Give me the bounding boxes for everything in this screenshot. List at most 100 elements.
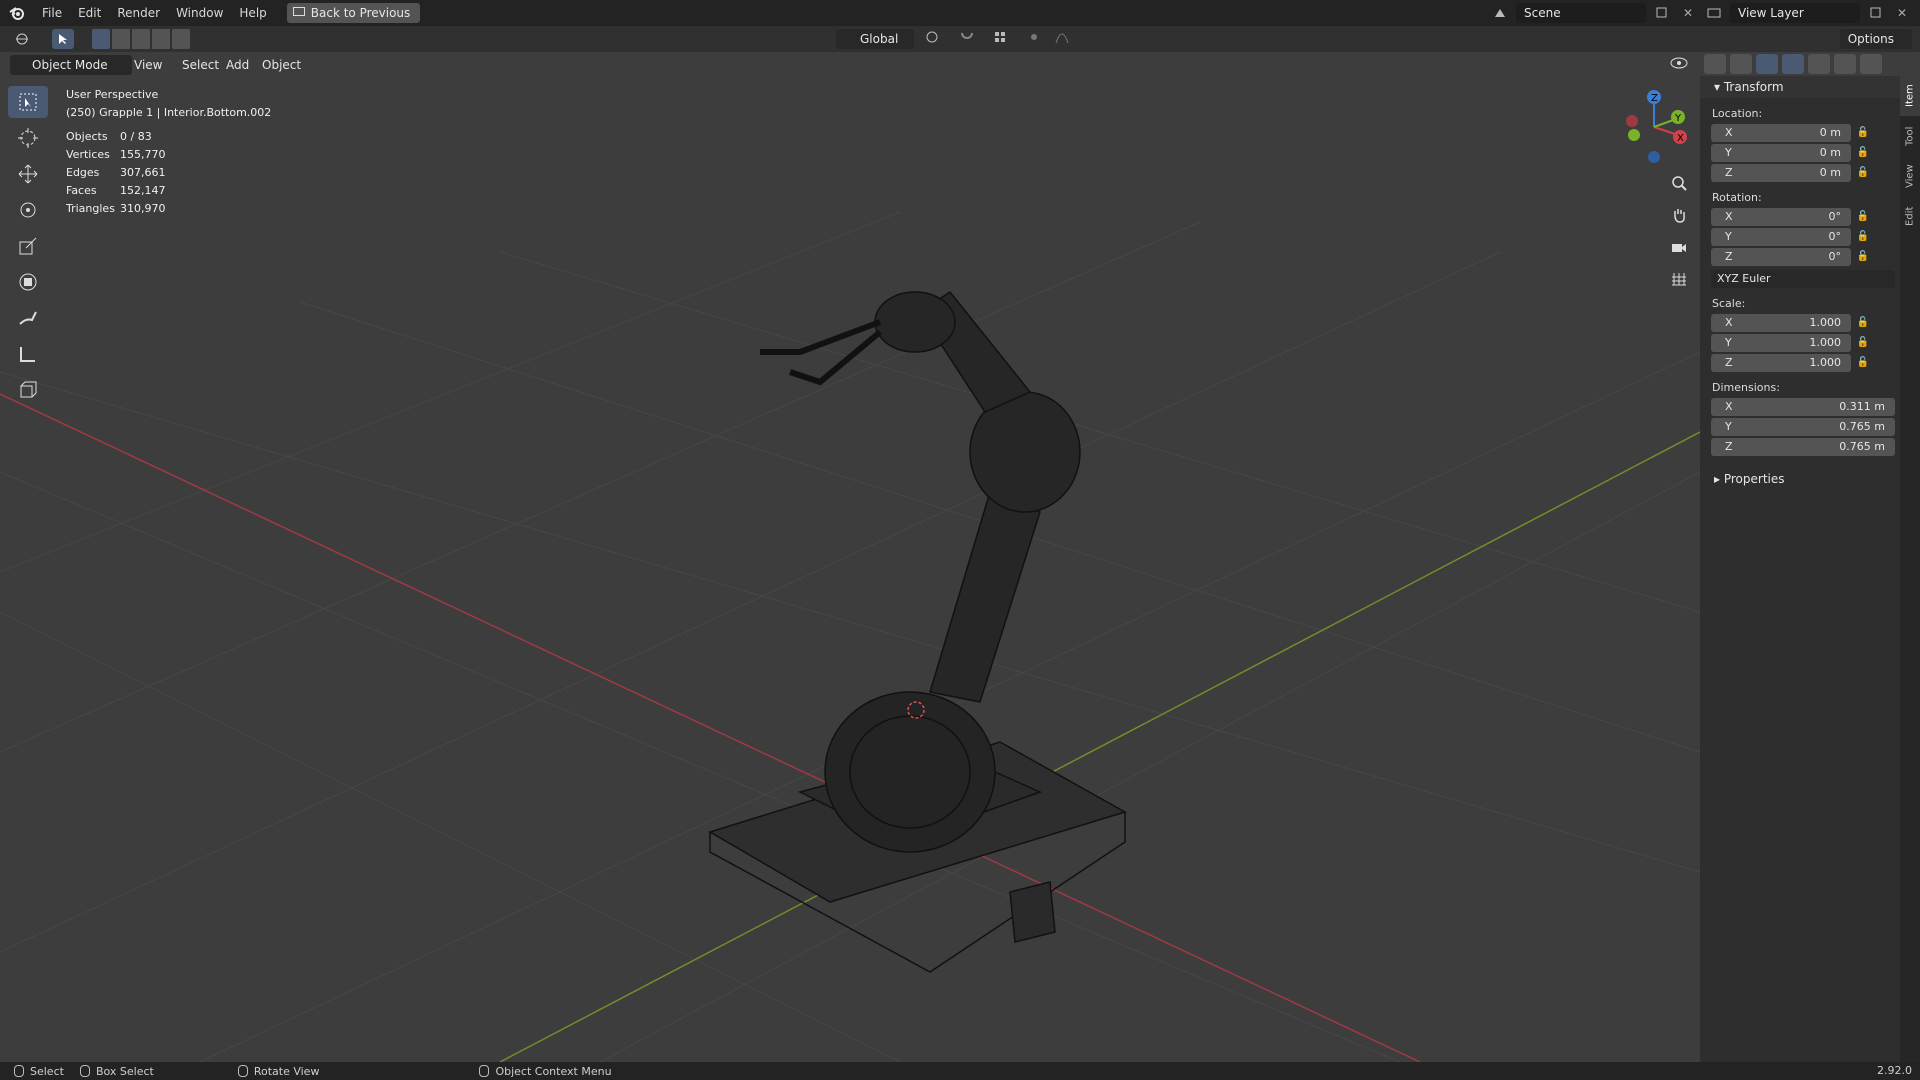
measure-tool-icon[interactable] <box>8 338 48 370</box>
lock-icon[interactable]: 🔓 <box>1851 333 1875 351</box>
shading-buttons <box>1704 54 1882 74</box>
wireframe-shading-icon[interactable] <box>1782 54 1804 74</box>
solid-shading-icon[interactable] <box>1808 54 1830 74</box>
scale-tool-icon[interactable] <box>8 230 48 262</box>
perspective-toggle-icon[interactable] <box>1666 266 1692 292</box>
new-selection-icon[interactable] <box>92 29 110 49</box>
status-bar: Select Box Select Rotate View Object Con… <box>0 1062 1920 1080</box>
location-label: Location: <box>1712 107 1763 120</box>
scale-y-field[interactable]: Y 1.000 <box>1711 334 1851 352</box>
new-scene-icon[interactable] <box>1652 3 1672 23</box>
editor-type-icon[interactable] <box>14 29 42 49</box>
snap-target-icon[interactable] <box>992 29 1018 49</box>
scene-browser-icon[interactable] <box>1490 3 1510 23</box>
xray-toggle-icon[interactable] <box>1756 54 1778 74</box>
new-view-layer-icon[interactable] <box>1866 3 1886 23</box>
viewport-header: Object Mode View Select Add Object <box>0 52 1920 76</box>
rotate-tool-icon[interactable] <box>8 194 48 226</box>
rotation-z-field[interactable]: Z 0° <box>1711 248 1851 266</box>
tab-view[interactable]: View <box>1900 156 1920 196</box>
status-context-menu: Object Context Menu <box>479 1065 612 1078</box>
select-box-tool-icon[interactable] <box>8 86 48 118</box>
dimensions-y-field[interactable]: Y 0.765 m <box>1711 418 1895 436</box>
view-menu[interactable]: View <box>128 55 168 75</box>
cursor-tool-icon[interactable] <box>8 122 48 154</box>
rotation-mode-select[interactable]: XYZ Euler <box>1711 270 1895 288</box>
scale-z-field[interactable]: Z 1.000 <box>1711 354 1851 372</box>
lock-icon[interactable]: 🔓 <box>1851 123 1875 141</box>
lock-icon[interactable]: 🔓 <box>1851 353 1875 371</box>
menu-window[interactable]: Window <box>168 0 231 26</box>
zoom-icon[interactable] <box>1666 170 1692 196</box>
extend-selection-icon[interactable] <box>112 29 130 49</box>
camera-view-icon[interactable] <box>1666 234 1692 260</box>
lock-icon[interactable]: 🔓 <box>1851 207 1875 225</box>
lock-icon[interactable]: 🔓 <box>1851 227 1875 245</box>
annotate-tool-icon[interactable] <box>8 302 48 334</box>
menu-help[interactable]: Help <box>231 0 274 26</box>
object-menu[interactable]: Object <box>256 55 307 75</box>
view-layer-browser-icon[interactable] <box>1704 3 1724 23</box>
status-rotate-view: Rotate View <box>237 1065 319 1078</box>
tab-tool[interactable]: Tool <box>1900 116 1920 156</box>
rotation-y-field[interactable]: Y 0° <box>1711 228 1851 246</box>
location-y-field[interactable]: Y0 m <box>1711 144 1851 162</box>
difference-selection-icon[interactable] <box>152 29 170 49</box>
proportional-edit-icon[interactable] <box>1026 29 1046 49</box>
gizmo-toggle-icon[interactable] <box>1704 54 1726 74</box>
subtract-selection-icon[interactable] <box>132 29 150 49</box>
sidebar-item-panel: ▾ Transform Location: X0 m 🔓 Y0 m 🔓 Z0 m 🔓 … <box>1700 76 1900 1062</box>
dimensions-z-field[interactable]: Z 0.765 m <box>1711 438 1895 456</box>
object-mode-select[interactable]: Object Mode <box>10 55 132 75</box>
dimensions-x-field[interactable]: X 0.311 m <box>1711 398 1895 416</box>
properties-title: Properties <box>1723 472 1785 486</box>
rendered-shading-icon[interactable] <box>1860 54 1882 74</box>
options-dropdown[interactable]: Options <box>1839 29 1912 49</box>
rotation-x-field[interactable]: X 0° <box>1711 208 1851 226</box>
view-name: User Perspective <box>66 88 159 101</box>
lock-icon[interactable]: 🔓 <box>1851 143 1875 161</box>
stat-row-objects: Objects 0 / 83 <box>66 130 152 143</box>
select-menu[interactable]: Select <box>176 55 225 75</box>
add-cube-tool-icon[interactable] <box>8 374 48 406</box>
move-tool-icon[interactable] <box>8 158 48 190</box>
snap-magnet-icon[interactable] <box>958 29 984 49</box>
intersect-selection-icon[interactable] <box>172 29 190 49</box>
location-z-field[interactable]: Z0 m <box>1711 164 1851 182</box>
delete-scene-icon[interactable]: ✕ <box>1678 3 1698 23</box>
pivot-point-icon[interactable] <box>924 29 950 49</box>
lock-icon[interactable]: 🔓 <box>1851 163 1875 181</box>
view-layer-field[interactable]: View Layer <box>1730 3 1860 23</box>
properties-panel-header[interactable]: ▸ Properties <box>1700 468 1900 490</box>
falloff-curve-icon[interactable] <box>1054 29 1074 49</box>
tab-edit[interactable]: Edit <box>1900 196 1920 236</box>
overlay-toggle-icon[interactable] <box>1730 54 1752 74</box>
menu-edit[interactable]: Edit <box>70 0 109 26</box>
menu-file[interactable]: File <box>34 0 70 26</box>
scale-x-field[interactable]: X 1.000 <box>1711 314 1851 332</box>
tool-shelf <box>8 86 48 406</box>
lock-icon[interactable]: 🔓 <box>1851 313 1875 331</box>
navigation-gizmo[interactable]: Z X Y <box>1620 85 1690 170</box>
top-menu-bar: File Edit Render Window Help Back to Pre… <box>0 0 1920 26</box>
tab-item[interactable]: Item <box>1900 76 1920 116</box>
transform-panel-header[interactable]: ▾ Transform <box>1700 76 1900 98</box>
add-menu[interactable]: Add <box>220 55 255 75</box>
delete-view-layer-icon[interactable]: ✕ <box>1892 3 1912 23</box>
transform-orientation-select[interactable]: Global <box>836 29 914 49</box>
back-to-previous-button[interactable]: Back to Previous <box>286 3 421 23</box>
menu-render[interactable]: Render <box>109 0 168 26</box>
object-mode-label: Object Mode <box>32 58 108 72</box>
viewport-stats: User Perspective (250) Grapple 1 | Inter… <box>66 86 271 218</box>
rotation-label: Rotation: <box>1712 191 1762 204</box>
material-shading-icon[interactable] <box>1834 54 1856 74</box>
location-x-field[interactable]: X0 m <box>1711 124 1851 142</box>
transform-tool-icon[interactable] <box>8 266 48 298</box>
stat-row-faces: Faces 152,147 <box>66 184 166 197</box>
3d-viewport[interactable]: User Perspective (250) Grapple 1 | Inter… <box>0 52 1700 1062</box>
blender-logo-icon[interactable] <box>0 0 34 26</box>
lock-icon[interactable]: 🔓 <box>1851 247 1875 265</box>
pan-hand-icon[interactable] <box>1666 202 1692 228</box>
select-tool-icon[interactable] <box>52 29 74 49</box>
scene-name-field[interactable]: Scene <box>1516 3 1646 23</box>
